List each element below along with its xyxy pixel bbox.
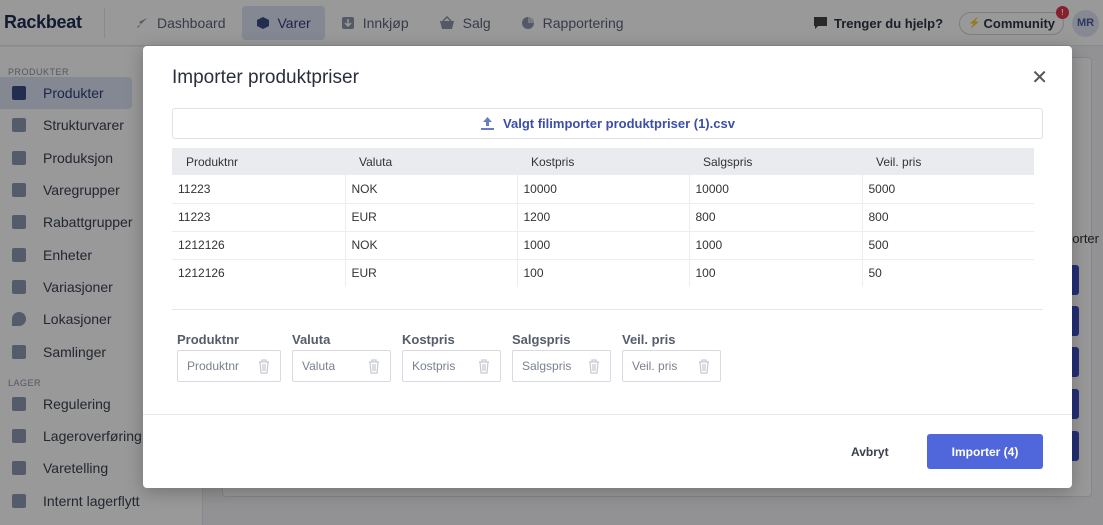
import-prices-modal: Importer produktpriser ✕ Valgt fil import… bbox=[143, 46, 1072, 488]
mapping-input-wrapper bbox=[402, 350, 501, 382]
column-header: Salgspris bbox=[689, 148, 862, 175]
column-mapping: Produktnr Valuta Kostpris Salgspris bbox=[177, 332, 732, 382]
trash-icon[interactable] bbox=[478, 359, 490, 374]
table-cell: 1000 bbox=[517, 231, 690, 260]
mapping-label: Salgspris bbox=[512, 332, 571, 347]
table-cell: 100 bbox=[517, 259, 690, 287]
table-row: 11223 EUR 1200 800 800 bbox=[172, 203, 1034, 232]
preview-table: Produktnr Valuta Kostpris Salgspris Veil… bbox=[172, 148, 1034, 287]
trash-icon[interactable] bbox=[698, 359, 710, 374]
upload-icon bbox=[481, 117, 495, 130]
table-row: 11223 NOK 10000 10000 5000 bbox=[172, 175, 1034, 204]
cancel-button[interactable]: Avbryt bbox=[851, 445, 889, 459]
section-divider bbox=[172, 309, 1043, 310]
table-cell: 800 bbox=[689, 203, 863, 232]
mapping-input-wrapper bbox=[292, 350, 391, 382]
table-cell: 10000 bbox=[517, 175, 690, 204]
mapping-field-veil-pris: Veil. pris bbox=[622, 332, 721, 382]
file-name: importer produktpriser (1).csv bbox=[549, 116, 735, 131]
import-button[interactable]: Importer (4) bbox=[927, 434, 1043, 469]
kostpris-mapping-input[interactable] bbox=[412, 359, 482, 373]
mapping-label: Produktnr bbox=[177, 332, 240, 347]
table-cell: 1212126 bbox=[172, 231, 346, 260]
table-cell: 11223 bbox=[172, 175, 346, 204]
table-cell: 11223 bbox=[172, 203, 346, 232]
table-cell: 50 bbox=[868, 266, 882, 281]
close-icon[interactable]: ✕ bbox=[1031, 68, 1048, 88]
table-cell: 5000 bbox=[862, 175, 1034, 204]
table-cell: 800 bbox=[862, 203, 1034, 232]
table-cell: 100 bbox=[689, 259, 863, 287]
table-row: 1212126 NOK 1000 1000 500 bbox=[172, 231, 1034, 260]
mapping-label: Veil. pris bbox=[622, 332, 676, 347]
column-header: Valuta bbox=[345, 148, 517, 175]
table-cell: 1200 bbox=[517, 203, 690, 232]
table-cell: 1000 bbox=[689, 231, 863, 260]
veil-pris-mapping-input[interactable] bbox=[632, 359, 702, 373]
mapping-input-wrapper bbox=[512, 350, 611, 382]
table-cell: NOK bbox=[345, 175, 518, 204]
mapping-input-wrapper bbox=[177, 350, 281, 382]
table-cell: NOK bbox=[345, 231, 518, 260]
table-cell: EUR bbox=[345, 259, 518, 287]
table-cell: 500 bbox=[862, 231, 1034, 260]
mapping-field-valuta: Valuta bbox=[292, 332, 391, 382]
modal-title: Importer produktpriser bbox=[172, 67, 359, 88]
table-row: 1212126 EUR 100 100 50 bbox=[172, 259, 1034, 287]
trash-icon[interactable] bbox=[588, 359, 600, 374]
mapping-input-wrapper bbox=[622, 350, 721, 382]
mapping-field-produktnr: Produktnr bbox=[177, 332, 281, 382]
column-header: Kostpris bbox=[517, 148, 689, 175]
file-select-box[interactable]: Valgt fil importer produktpriser (1).csv bbox=[172, 108, 1043, 139]
table-cell: EUR bbox=[345, 203, 518, 232]
mapping-field-kostpris: Kostpris bbox=[402, 332, 501, 382]
trash-icon[interactable] bbox=[368, 359, 380, 374]
file-label: Valgt fil bbox=[503, 116, 550, 131]
table-header-row: Produktnr Valuta Kostpris Salgspris Veil… bbox=[172, 148, 1034, 175]
salgspris-mapping-input[interactable] bbox=[522, 359, 592, 373]
mapping-label: Valuta bbox=[292, 332, 331, 347]
produktnr-mapping-input[interactable] bbox=[187, 359, 257, 373]
column-header: Produktnr bbox=[172, 148, 345, 175]
valuta-mapping-input[interactable] bbox=[302, 359, 372, 373]
column-header: Veil. pris bbox=[862, 148, 1034, 175]
table-cell: 1212126 bbox=[172, 259, 346, 287]
trash-icon[interactable] bbox=[258, 359, 270, 374]
mapping-field-salgspris: Salgspris bbox=[512, 332, 611, 382]
mapping-label: Kostpris bbox=[402, 332, 455, 347]
footer-divider bbox=[143, 414, 1072, 415]
table-cell: 10000 bbox=[689, 175, 863, 204]
